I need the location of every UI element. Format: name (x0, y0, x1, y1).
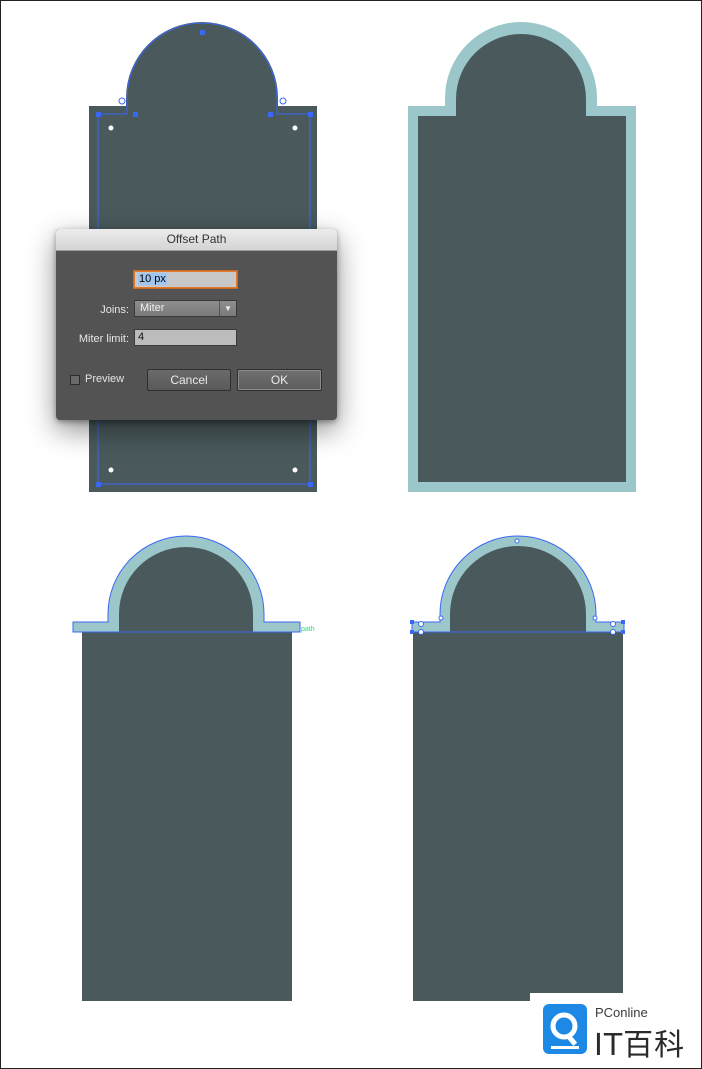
magnifier-logo-icon (543, 1004, 587, 1054)
rectangle-body-left[interactable] (82, 631, 292, 1001)
arch-offset-shape[interactable] (72, 535, 301, 633)
ok-button[interactable]: OK (237, 369, 322, 391)
offset-value: 10 px (138, 273, 167, 285)
preview-label[interactable]: Preview (85, 373, 124, 385)
watermark-chinese: IT百科 (594, 1028, 686, 1063)
offset-path-dialog: Offset Path Offset: 10 px Joins: Miter ▼… (56, 229, 337, 420)
preview-checkbox[interactable] (70, 375, 80, 385)
smart-guide-label: path (301, 626, 315, 633)
offset-result-shape[interactable] (408, 22, 636, 492)
arch-selected-shape[interactable] (411, 535, 625, 633)
artboard: path (72, 22, 636, 1001)
offset-field[interactable]: 10 px (134, 271, 237, 288)
miter-limit-field[interactable]: 4 (134, 329, 237, 346)
dialog-title: Offset Path (56, 229, 337, 251)
joins-select[interactable]: Miter ▼ (134, 300, 237, 317)
watermark-brand: PConline (595, 1005, 648, 1020)
watermark: PConline IT百科 (530, 993, 700, 1067)
cancel-button[interactable]: Cancel (147, 369, 231, 391)
chevron-down-icon: ▼ (219, 301, 236, 316)
joins-value: Miter (140, 302, 165, 314)
miter-limit-label: Miter limit: (78, 333, 129, 345)
rectangle-body-right[interactable] (413, 631, 623, 1001)
miter-limit-value: 4 (138, 331, 145, 343)
joins-label: Joins: (100, 304, 129, 316)
